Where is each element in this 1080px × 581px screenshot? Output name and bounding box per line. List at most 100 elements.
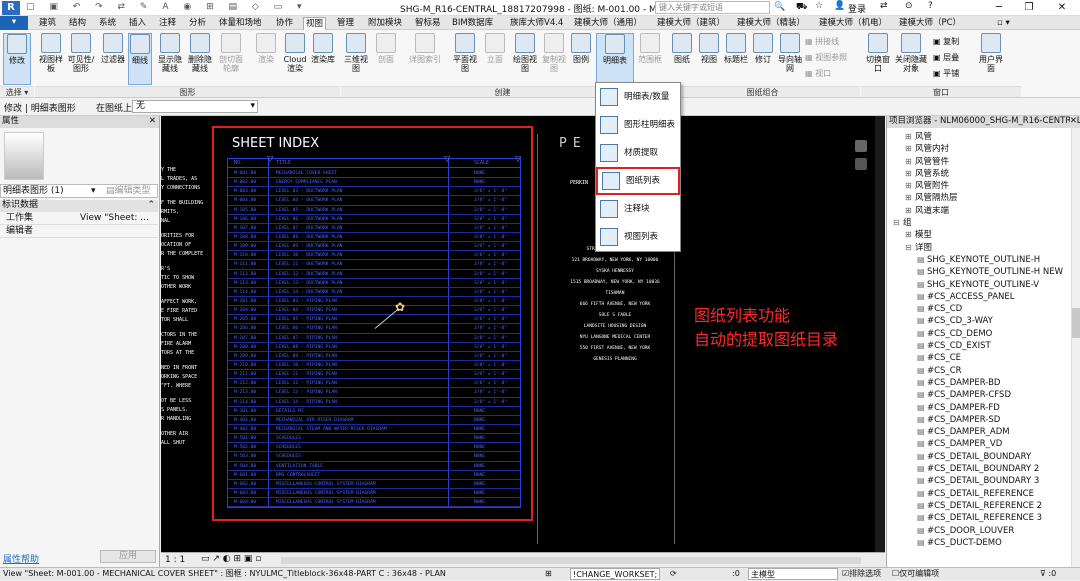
- tree-item[interactable]: ▤ #CS_CE: [887, 352, 1080, 364]
- tree-item[interactable]: ▤ #CS_DAMPER_VD: [887, 438, 1080, 450]
- section-button[interactable]: 剖面: [371, 33, 401, 64]
- edit-type-button[interactable]: ▤编辑类型: [106, 185, 151, 197]
- 3d-view-button[interactable]: 三维视图: [341, 33, 371, 73]
- table-row[interactable]: M-601.00 BMS CONTROLSHEET NONE: [228, 471, 520, 480]
- tab-structure[interactable]: 结构: [67, 17, 88, 30]
- scope-box-button[interactable]: 范围框: [635, 33, 665, 64]
- table-row[interactable]: M-603.00 MISCELLANEOUS CONTROL SYSTEM DIA…: [228, 489, 520, 499]
- close-button[interactable]: ✕: [1048, 0, 1076, 16]
- menu-item-graphical-column-schedule[interactable]: 图形柱明细表: [596, 111, 680, 139]
- tree-item[interactable]: ⊟ 详图: [887, 242, 1080, 254]
- tree-item[interactable]: ▤ #CS_DAMPER-BD: [887, 377, 1080, 389]
- tab-addins[interactable]: 附加模块: [366, 17, 404, 30]
- tree-item[interactable]: ⊞ 风管隔热层: [887, 192, 1080, 204]
- tree-item[interactable]: ▤ SHG_KEYNOTE_OUTLINE-H NEW: [887, 266, 1080, 278]
- revisions-button[interactable]: 修订: [748, 33, 778, 64]
- modify-button[interactable]: 修改: [3, 33, 31, 85]
- tree-item[interactable]: ▤ SHG_KEYNOTE_OUTLINE-H: [887, 254, 1080, 266]
- tree-item[interactable]: ⊞ 风管: [887, 131, 1080, 143]
- tab-manage[interactable]: 管理: [335, 17, 356, 30]
- zoom-icon[interactable]: [855, 158, 867, 170]
- ribbon-toggle-icon[interactable]: ▫ ▾: [995, 17, 1012, 30]
- worksets-icon[interactable]: ⊞: [545, 568, 552, 580]
- tree-item[interactable]: ▤ #CS_DETAIL_REFERENCE 3: [887, 512, 1080, 524]
- table-row[interactable]: M-208.00 LEVEL 08 - PIPING PLAN 3/8" = 1'-…: [228, 343, 520, 352]
- tree-item[interactable]: ▤ #CS_DETAIL_BOUNDARY: [887, 451, 1080, 463]
- visibility-graphics-button[interactable]: 可见性/图形: [66, 33, 96, 73]
- expand-toggle-icon[interactable]: ⊞: [905, 143, 915, 155]
- table-row[interactable]: M-502.00 SCHEDULES NONE: [228, 443, 520, 453]
- tree-item[interactable]: ▤ #CS_DETAIL_REFERENCE: [887, 488, 1080, 500]
- guide-grid-button[interactable]: 导向轴网: [775, 33, 805, 73]
- table-row[interactable]: M-212.00 LEVEL 12 - PIPING PLAN 3/8" = 1'-…: [228, 379, 520, 389]
- tree-item[interactable]: ⊞ 风管系统: [887, 168, 1080, 180]
- tree-item[interactable]: ▤ #CS_CD_DEMO: [887, 328, 1080, 340]
- tab-architecture[interactable]: 建筑: [37, 17, 58, 30]
- workset-select[interactable]: !CHANGE_WORKSET;: [570, 568, 660, 580]
- elevation-button[interactable]: 立面: [480, 33, 510, 64]
- table-row[interactable]: M-112.00 LEVEL 12 - DUCTWORK PLAN 3/8" = 1…: [228, 270, 520, 279]
- table-row[interactable]: M-105.00 LEVEL 05 - DUCTWORK PLAN 3/8" = 1…: [228, 206, 520, 215]
- table-row[interactable]: M-402.00 MECHANICAL STEAM AND WATER RISER…: [228, 425, 520, 435]
- steering-wheel-icon[interactable]: [855, 140, 867, 152]
- detail-level-icon[interactable]: ▭ ↗ ◐ ⊞ ▣ ▫: [201, 554, 261, 564]
- vertical-scrollbar[interactable]: [875, 116, 885, 552]
- table-row[interactable]: M-001.00 MECHANICAL COVER SHEET NONE: [228, 169, 520, 179]
- schedule-button[interactable]: 明细表: [596, 33, 634, 83]
- tile-button[interactable]: ▣ 平铺: [933, 68, 959, 79]
- table-row[interactable]: M-111.00 LEVEL 11 - DUCTWORK PLAN 3/8" = 1…: [228, 260, 520, 270]
- table-row[interactable]: M-114.00 LEVEL 14 - DUCTWORK PLAN 3/8" = 1…: [228, 288, 520, 297]
- table-row[interactable]: M-214.00 LEVEL 14 - PIPING PLAN 3/8" = 1'-…: [228, 398, 520, 407]
- tree-item[interactable]: ▤ #CS_ACCESS_PANEL: [887, 291, 1080, 303]
- table-row[interactable]: M-110.00 LEVEL 10 - DUCTWORK PLAN 3/8" = 1…: [228, 251, 520, 261]
- exchange-icon[interactable]: ⇄: [880, 1, 888, 11]
- tree-item[interactable]: ▤ #CS_CD_3-WAY: [887, 315, 1080, 327]
- app-logo-icon[interactable]: R: [2, 1, 20, 15]
- tree-item[interactable]: ⊞ 风管管件: [887, 156, 1080, 168]
- search-input[interactable]: 键入关键字或短语: [655, 1, 770, 14]
- tree-item[interactable]: ⊞ 风道末端: [887, 205, 1080, 217]
- quick-access-toolbar[interactable]: ▢ ▣ ↶ ↷ ⇄ ✎ A ◉ ⊞ ▤ ◇ ▭ ▾: [26, 2, 386, 14]
- tree-item[interactable]: ⊟ 组: [887, 217, 1080, 229]
- tab-family-library[interactable]: 族库大师V4.4: [508, 17, 565, 30]
- drawing-canvas[interactable]: Y THE L TRADES, AS Y CONNECTIONS F THE BUIL…: [161, 116, 885, 552]
- show-hidden-lines-button[interactable]: 显示隐藏线: [155, 33, 185, 73]
- view-template-button[interactable]: 视图样板: [36, 33, 66, 73]
- table-row[interactable]: M-501.00 SCHEDULES NONE: [228, 434, 520, 444]
- tree-item[interactable]: ▤ #CS_DOOR_LOUVER: [887, 525, 1080, 537]
- titleblock-button[interactable]: 标题栏: [721, 33, 751, 64]
- legend-button[interactable]: 图例: [566, 33, 596, 64]
- table-row[interactable]: M-209.00 LEVEL 09 - PIPING PLAN 3/8" = 1'-…: [228, 352, 520, 361]
- tree-item[interactable]: ▤ #CS_DUCT-DEMO: [887, 537, 1080, 549]
- close-icon[interactable]: ✕: [1069, 116, 1077, 127]
- help-button[interactable]: ?: [928, 1, 933, 11]
- table-row[interactable]: M-604.00 MISCELLANEOUS CONTROL SYSTEM DIA…: [228, 498, 520, 508]
- tree-item[interactable]: ▤ #CS_CR: [887, 365, 1080, 377]
- tree-item[interactable]: ▤ #CS_DETAIL_REFERENCE 2: [887, 500, 1080, 512]
- tab-analyze[interactable]: 分析: [187, 17, 208, 30]
- design-option-select[interactable]: 主模型: [748, 568, 838, 580]
- close-hidden-button[interactable]: 关闭隐藏对象: [893, 33, 929, 73]
- tab-annotate[interactable]: 注释: [157, 17, 178, 30]
- cloud-render-button[interactable]: Cloud渲染: [280, 33, 310, 73]
- tab-zhibiaoyi[interactable]: 智标易: [413, 17, 443, 30]
- tab-modeling-pc[interactable]: 建模大师（PC）: [897, 17, 963, 30]
- table-row[interactable]: M-003.00 LEVEL 03 - DUCTWORK PLAN 3/8" = 1…: [228, 187, 520, 197]
- menu-item-material-takeoff[interactable]: 材质提取: [596, 139, 680, 167]
- account-icon[interactable]: ⊙: [905, 1, 913, 11]
- cart-icon[interactable]: ⛟: [796, 2, 807, 13]
- tree-item[interactable]: ⊞ 风管附件: [887, 180, 1080, 192]
- cascade-button[interactable]: ▣ 层叠: [933, 52, 959, 63]
- table-row[interactable]: M-108.00 LEVEL 08 - DUCTWORK PLAN 3/8" = 1…: [228, 233, 520, 243]
- expand-toggle-icon[interactable]: ⊞: [905, 205, 915, 217]
- thin-lines-button[interactable]: 细线: [128, 33, 152, 85]
- table-row[interactable]: M-109.00 LEVEL 09 - DUCTWORK PLAN 3/8" = 1…: [228, 242, 520, 252]
- replicate-button[interactable]: ▣ 复制: [933, 36, 959, 47]
- plan-view-button[interactable]: 平面视图: [450, 33, 480, 73]
- tab-collaborate[interactable]: 协作: [274, 17, 295, 30]
- menu-item-sheet-list[interactable]: 图纸列表: [596, 167, 680, 195]
- menu-item-view-list[interactable]: 视图列表: [596, 223, 680, 251]
- render-gallery-button[interactable]: 渲染库: [308, 33, 338, 64]
- sheet-index-table[interactable]: NO. TITLE SCALE M-001.00 MECHANICAL COVER…: [227, 158, 521, 508]
- type-selector[interactable]: 明细表图形 (1) ▾ ▤编辑类型: [0, 184, 158, 198]
